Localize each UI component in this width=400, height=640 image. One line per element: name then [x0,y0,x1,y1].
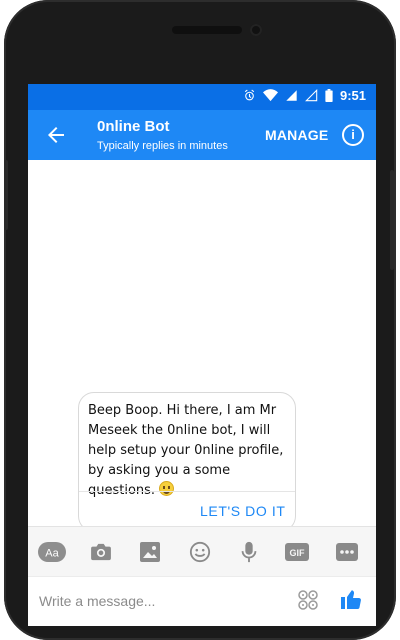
message-text: Beep Boop. Hi there, I am Mr Meseek the … [88,401,291,501]
more-icon[interactable] [335,540,359,564]
signal-secondary-icon [305,89,318,102]
phone-side-button-right [390,170,394,270]
app-bar: 0nline Bot Typically replies in minutes … [28,110,376,160]
microphone-icon[interactable] [237,540,261,564]
signal-icon [285,89,298,102]
text-format-label: Aa [45,548,59,560]
message-input-area: Write a message... [28,576,376,626]
gif-label: GIF [290,548,306,558]
composer-toolbar: Aa GIF [28,526,376,576]
manage-button[interactable]: MANAGE [265,127,328,143]
wifi-icon [262,89,278,102]
alarm-icon [243,89,256,102]
chat-title: 0nline Bot [97,118,170,135]
emoji-icon[interactable] [188,540,212,564]
phone-side-button-left [4,160,8,230]
message-bubble: Beep Boop. Hi there, I am Mr Meseek the … [78,392,296,532]
status-time: 9:51 [339,88,366,103]
chat-area[interactable]: Beep Boop. Hi there, I am Mr Meseek the … [28,160,376,532]
status-icons: 9:51 [243,88,366,103]
back-arrow-icon[interactable] [44,123,68,147]
gif-icon[interactable]: GIF [285,540,309,564]
bubble-divider [79,491,295,492]
sticker-icon[interactable] [298,590,318,610]
like-thumb-icon[interactable] [339,587,363,611]
battery-icon [325,89,333,102]
image-icon[interactable] [138,540,162,564]
screen: 9:51 0nline Bot Typically replies in min… [28,84,376,626]
message-input[interactable]: Write a message... [39,593,155,609]
info-icon[interactable]: i [342,124,364,146]
status-bar: 9:51 [28,84,376,110]
text-format-icon[interactable]: Aa [38,540,66,564]
smiley-emoji-icon [159,481,175,496]
lets-do-it-button[interactable]: LET'S DO IT [200,503,286,519]
phone-speaker [172,26,242,34]
chat-subtitle: Typically replies in minutes [97,140,228,152]
front-camera [250,24,262,36]
camera-icon[interactable] [89,540,113,564]
message-text-body: Beep Boop. Hi there, I am Mr Meseek the … [88,403,284,498]
